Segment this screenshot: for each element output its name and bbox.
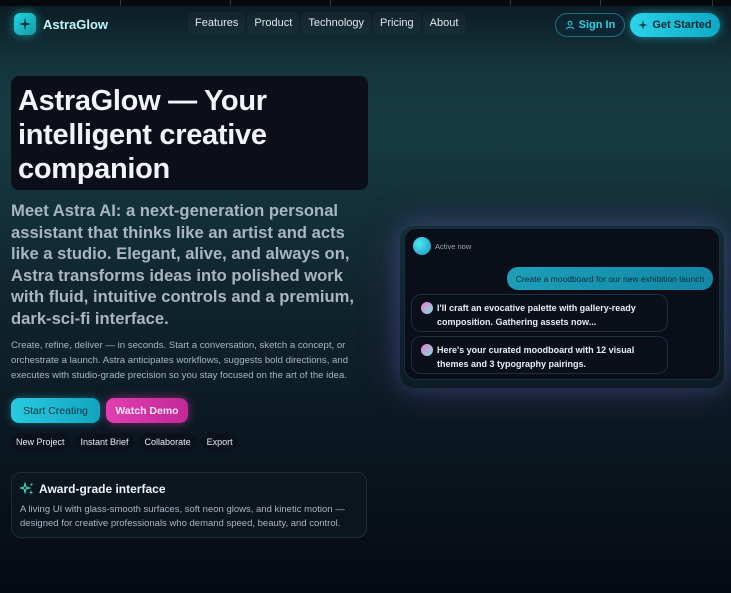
feature-header: Award-grade interface — [20, 482, 358, 496]
chip-new-project[interactable]: New Project — [11, 433, 70, 451]
get-started-button[interactable]: Get Started — [630, 13, 720, 37]
start-creating-button[interactable]: Start Creating — [11, 398, 100, 423]
assistant-message-text: I'll craft an evocative palette with gal… — [437, 303, 636, 327]
watch-demo-button[interactable]: Watch Demo — [106, 398, 188, 423]
nav-link-pricing[interactable]: Pricing — [373, 12, 421, 34]
nav-link-features[interactable]: Features — [188, 12, 245, 34]
quick-action-chips: New Project Instant Brief Collaborate Ex… — [11, 433, 244, 451]
sparkle-icon — [638, 20, 648, 30]
feature-title: Award-grade interface — [39, 482, 166, 496]
assistant-dot-icon — [421, 344, 433, 356]
get-started-label: Get Started — [652, 19, 712, 31]
brand-name: AstraGlow — [43, 16, 109, 32]
chip-export[interactable]: Export — [201, 433, 238, 451]
feature-card: Award-grade interface A living UI with g… — [11, 472, 367, 538]
nav-link-technology[interactable]: Technology — [301, 12, 371, 34]
sign-in-button[interactable]: Sign In — [555, 13, 625, 37]
nav-link-about[interactable]: About — [423, 12, 466, 34]
hero-title: AstraGlow — Your intelligent creative co… — [18, 85, 267, 185]
nav-link-product[interactable]: Product — [247, 12, 299, 34]
assistant-message-bubble: I'll craft an evocative palette with gal… — [411, 294, 668, 332]
assistant-message-text: Here's your curated moodboard with 12 vi… — [437, 345, 635, 369]
sign-in-label: Sign In — [578, 19, 616, 31]
chip-collaborate[interactable]: Collaborate — [139, 433, 196, 451]
chat-status: Active now — [435, 241, 472, 251]
feature-description: A living UI with glass-smooth surfaces, … — [20, 504, 345, 529]
assistant-message-bubble: Here's your curated moodboard with 12 vi… — [411, 336, 668, 374]
chip-instant-brief[interactable]: Instant Brief — [75, 433, 134, 451]
sparkles-icon — [20, 482, 34, 495]
top-navigation: AstraGlow Features Product Technology Pr… — [0, 6, 731, 46]
sparkle-logo-icon — [14, 13, 36, 35]
chat-header: Active now — [413, 237, 471, 255]
user-icon — [565, 20, 574, 30]
hero-lead: Meet Astra AI: a next-generation persona… — [11, 201, 354, 328]
brand-logo[interactable]: AstraGlow — [14, 13, 108, 35]
hero-title-card: AstraGlow — Your intelligent creative co… — [11, 76, 368, 190]
nav-links: Features Product Technology Pricing Abou… — [188, 12, 465, 34]
hero-subtext: Create, refine, deliver — in seconds. St… — [11, 340, 349, 381]
user-message-bubble: Create a moodboard for our new exhibitio… — [507, 267, 713, 290]
assistant-dot-icon — [421, 302, 433, 314]
assistant-avatar — [413, 237, 431, 255]
